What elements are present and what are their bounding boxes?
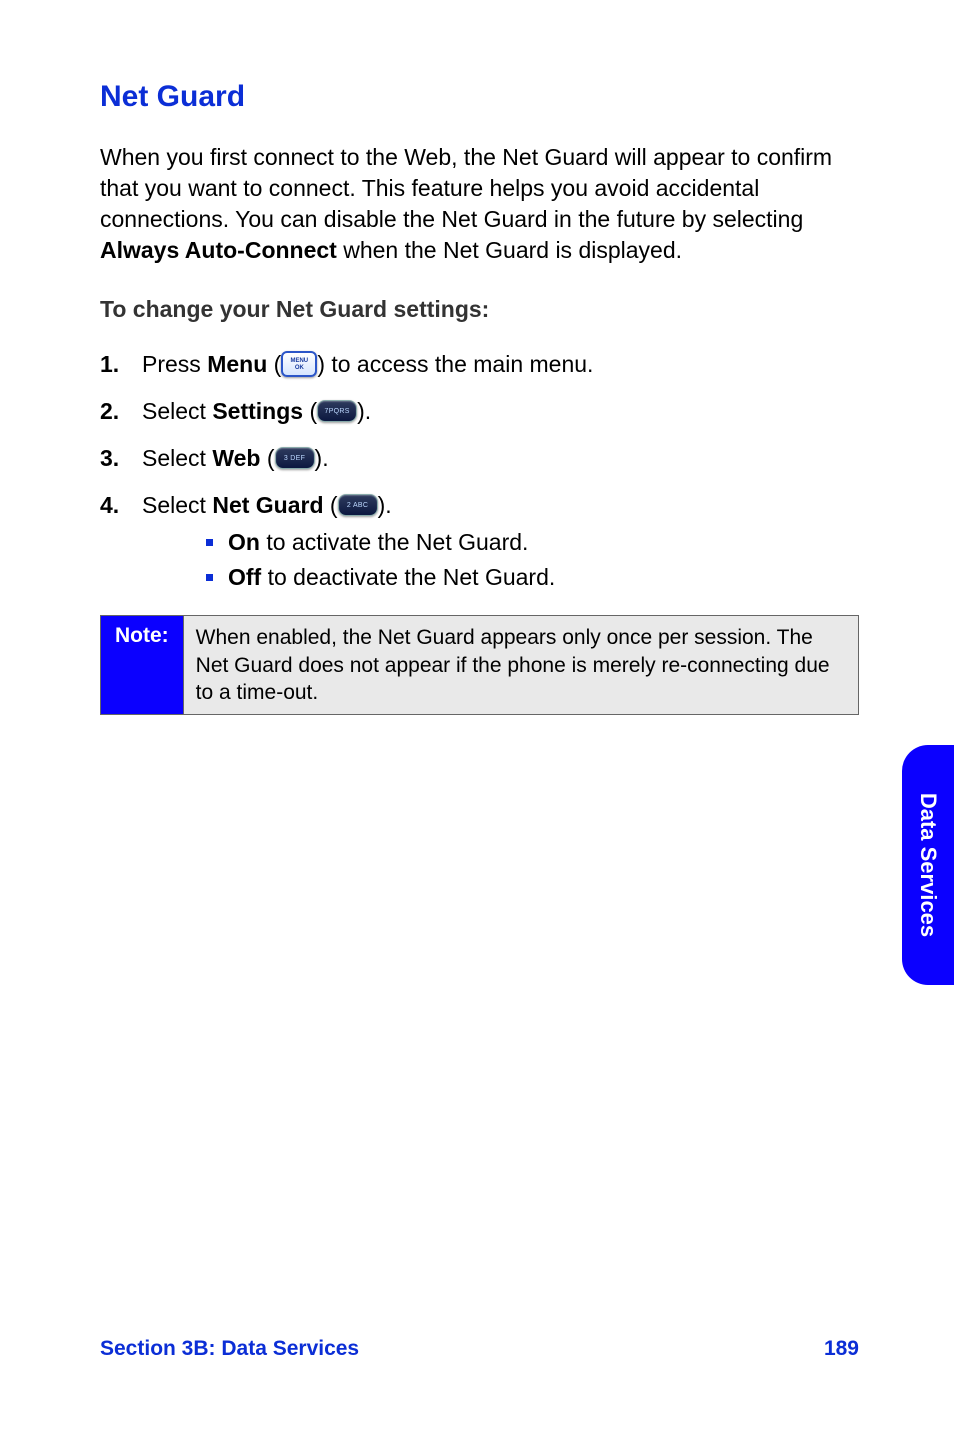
step-text-pre: Select	[142, 445, 212, 471]
step-paren-open: (	[267, 351, 281, 377]
menu-ok-key-icon	[281, 351, 317, 377]
footer-section: Section 3B: Data Services	[100, 1337, 359, 1361]
step-text-pre: Select	[142, 398, 212, 424]
side-tab-label: Data Services	[915, 793, 941, 937]
sub-item: Off to deactivate the Net Guard.	[228, 562, 859, 593]
step-number: 2.	[100, 396, 119, 427]
footer-page-number: 189	[824, 1337, 859, 1361]
page-content: Net Guard When you first connect to the …	[0, 0, 954, 715]
page-footer: Section 3B: Data Services 189	[100, 1337, 859, 1361]
intro-text-1: When you first connect to the Web, the N…	[100, 144, 832, 232]
sub-rest: to activate the Net Guard.	[260, 529, 528, 555]
step-text-pre: Press	[142, 351, 207, 377]
side-tab: Data Services	[902, 745, 954, 985]
step-item: 4. Select Net Guard (2 ABC). On to activ…	[142, 490, 859, 593]
procedure-subheading: To change your Net Guard settings:	[100, 296, 859, 323]
sub-bold: Off	[228, 564, 261, 590]
step-item: 2. Select Settings (7PQRS).	[142, 396, 859, 427]
step-paren-close: ).	[357, 398, 371, 424]
sub-item: On to activate the Net Guard.	[228, 527, 859, 558]
step-paren-close: ) to access the main menu.	[317, 351, 593, 377]
sub-bold: On	[228, 529, 260, 555]
note-label: Note:	[101, 616, 184, 714]
key-label: 3 DEF	[276, 454, 314, 463]
step-paren-close: ).	[315, 445, 329, 471]
two-key-icon: 2 ABC	[338, 494, 378, 516]
step-text-pre: Select	[142, 492, 212, 518]
step-bold: Settings	[212, 398, 303, 424]
seven-key-icon: 7PQRS	[317, 400, 357, 422]
intro-bold: Always Auto-Connect	[100, 237, 337, 263]
sub-rest: to deactivate the Net Guard.	[261, 564, 555, 590]
step-bold: Web	[212, 445, 260, 471]
step-number: 1.	[100, 349, 119, 380]
step-paren-open: (	[324, 492, 338, 518]
step-item: 3. Select Web (3 DEF).	[142, 443, 859, 474]
three-key-icon: 3 DEF	[275, 447, 315, 469]
key-label: 2 ABC	[339, 501, 377, 510]
step-paren-open: (	[260, 445, 274, 471]
step-paren-close: ).	[378, 492, 392, 518]
step-list: 1. Press Menu () to access the main menu…	[100, 349, 859, 593]
step-paren-open: (	[303, 398, 317, 424]
sub-list: On to activate the Net Guard. Off to dea…	[142, 527, 859, 593]
note-body: When enabled, the Net Guard appears only…	[184, 616, 858, 714]
section-heading: Net Guard	[100, 80, 859, 114]
intro-paragraph: When you first connect to the Web, the N…	[100, 142, 859, 266]
note-box: Note: When enabled, the Net Guard appear…	[100, 615, 859, 715]
step-item: 1. Press Menu () to access the main menu…	[142, 349, 859, 380]
step-bold: Net Guard	[212, 492, 323, 518]
step-bold: Menu	[207, 351, 267, 377]
step-number: 3.	[100, 443, 119, 474]
step-number: 4.	[100, 490, 119, 521]
key-label: 7PQRS	[318, 407, 356, 416]
intro-text-2: when the Net Guard is displayed.	[337, 237, 682, 263]
